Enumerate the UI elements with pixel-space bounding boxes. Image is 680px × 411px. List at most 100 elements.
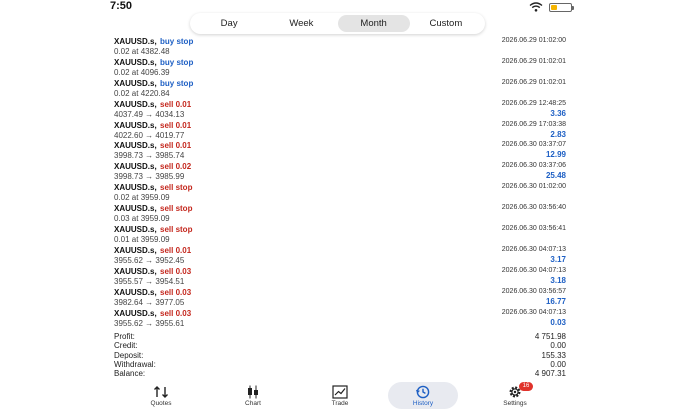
deal-time: 2026.06.29 17:03:38: [501, 120, 566, 128]
deal-row[interactable]: XAUUSD.s, sell stop 0.02 at 3959.09 2026.06…: [114, 182, 566, 203]
bottom-tab-bar: Quotes Chart Trade History Settings 16: [0, 380, 680, 411]
deal-symbol: XAUUSD.s,: [114, 225, 157, 235]
deal-type: sell stop: [160, 225, 193, 235]
deal-profit: 25.48: [545, 171, 566, 181]
deal-symbol: XAUUSD.s,: [114, 266, 157, 276]
summary-row: Withdrawal: 0.00: [114, 360, 566, 369]
trade-icon: [332, 385, 348, 399]
deal-type: sell 0.02: [160, 162, 192, 172]
deal-prices: 3998.73 → 3985.99: [114, 172, 185, 182]
deal-time: 2026.06.30 04:07:13: [501, 308, 566, 316]
summary-label: Withdrawal:: [114, 359, 156, 369]
tab-chart[interactable]: Chart: [218, 382, 288, 409]
deal-type: sell 0.01: [160, 141, 192, 151]
deal-type: buy stop: [160, 57, 194, 67]
tab-chart-label: Chart: [245, 400, 261, 407]
deal-time: 2026.06.29 01:02:00: [501, 37, 566, 44]
account-summary: Profit: 4 751.98 Credit: 0.00 Deposit: 155.33…: [114, 332, 566, 378]
deal-profit: 0.03: [550, 317, 566, 327]
deal-row[interactable]: XAUUSD.s, sell 0.02 3998.73 → 3985.99 2026.…: [114, 161, 566, 182]
deal-time: 2026.06.30 03:56:57: [501, 287, 566, 295]
summary-label: Profit:: [114, 332, 135, 341]
deal-time: 2026.06.30 03:37:06: [501, 162, 566, 170]
summary-row: Credit: 0.00: [114, 341, 566, 350]
deal-symbol: XAUUSD.s,: [114, 141, 157, 151]
quotes-icon: [154, 386, 168, 398]
deal-time: 2026.06.29 12:48:25: [501, 99, 566, 107]
period-tab-month[interactable]: Month: [337, 15, 410, 32]
deal-prices: 0.02 at 4220.84: [114, 88, 170, 98]
deal-symbol: XAUUSD.s,: [114, 162, 157, 172]
deal-symbol: XAUUSD.s,: [114, 308, 157, 318]
deal-row[interactable]: XAUUSD.s, sell stop 0.01 at 3959.09 2026.06…: [114, 224, 566, 245]
deal-row[interactable]: XAUUSD.s, sell stop 0.03 at 3959.09 2026.06…: [114, 203, 566, 224]
period-tab-custom[interactable]: Custom: [410, 15, 482, 32]
summary-label: Credit:: [114, 341, 138, 351]
deal-row[interactable]: XAUUSD.s, buy stop 0.02 at 4220.84 2026.06.…: [114, 78, 566, 99]
deal-row[interactable]: XAUUSD.s, sell 0.01 3955.62 → 3952.45 2026.…: [114, 245, 566, 266]
deal-profit: 3.36: [550, 108, 566, 118]
deal-row[interactable]: XAUUSD.s, sell 0.01 4022.60 → 4019.77 2026.…: [114, 120, 566, 141]
history-list: XAUUSD.s, buy stop 0.02 at 4382.48 2026.06.…: [114, 36, 566, 328]
deal-time: 2026.06.29 01:02:01: [501, 78, 566, 86]
deal-type: sell stop: [160, 204, 193, 214]
deal-row[interactable]: XAUUSD.s, buy stop 0.02 at 4382.48 2026.06.…: [114, 36, 566, 57]
deal-time: 2026.06.30 03:56:41: [501, 225, 566, 233]
summary-value: 4 907.31: [534, 369, 566, 379]
period-tab-week[interactable]: Week: [265, 15, 337, 32]
summary-label: Deposit:: [114, 350, 144, 360]
deal-row[interactable]: XAUUSD.s, sell 0.01 4037.49 → 4034.13 2026.…: [114, 99, 566, 120]
deal-time: 2026.06.30 01:02:00: [501, 183, 566, 191]
deal-row[interactable]: XAUUSD.s, sell 0.01 3998.73 → 3985.74 2026.…: [114, 140, 566, 161]
summary-value: 0.00: [550, 341, 566, 351]
summary-row: Profit: 4 751.98: [114, 332, 566, 341]
chart-icon: [248, 385, 258, 399]
deal-prices: 0.02 at 4096.39: [114, 67, 170, 77]
deal-type: sell 0.03: [160, 287, 192, 297]
deal-prices: 3955.57 → 3954.51: [114, 276, 185, 286]
deal-time: 2026.06.30 03:56:40: [501, 204, 566, 212]
tab-settings[interactable]: Settings 16: [480, 382, 550, 409]
battery-icon: [549, 3, 574, 12]
deal-prices: 0.02 at 4382.48: [114, 47, 170, 56]
deal-type: sell 0.01: [160, 99, 192, 109]
deal-symbol: XAUUSD.s,: [114, 287, 157, 297]
deal-prices: 4022.60 → 4019.77: [114, 130, 185, 140]
deal-prices: 0.01 at 3959.09: [114, 235, 170, 245]
history-icon: [416, 385, 430, 399]
deal-row[interactable]: XAUUSD.s, buy stop 0.02 at 4096.39 2026.06.…: [114, 57, 566, 78]
status-time: 7:50: [110, 0, 133, 12]
summary-value: 155.33: [541, 350, 566, 360]
deal-symbol: XAUUSD.s,: [114, 204, 157, 214]
deal-profit: 3.17: [550, 254, 566, 264]
deal-time: 2026.06.30 04:07:13: [501, 245, 566, 253]
deal-row[interactable]: XAUUSD.s, sell 0.03 3982.64 → 3977.05 2026.…: [114, 287, 566, 308]
tab-quotes-label: Quotes: [150, 400, 172, 407]
summary-value: 0.00: [550, 359, 566, 369]
deal-symbol: XAUUSD.s,: [114, 78, 157, 88]
wifi-icon: [529, 2, 543, 12]
notification-badge: 16: [519, 382, 533, 391]
tab-quotes[interactable]: Quotes: [126, 382, 196, 409]
deal-row[interactable]: XAUUSD.s, sell 0.03 3955.57 → 3954.51 2026.…: [114, 266, 566, 287]
tab-trade-label: Trade: [331, 400, 349, 407]
tab-trade[interactable]: Trade: [305, 382, 375, 409]
deal-prices: 0.03 at 3959.09: [114, 214, 170, 224]
deal-row[interactable]: XAUUSD.s, sell 0.03 3955.62 → 3955.61 2026.…: [114, 308, 566, 329]
deal-prices: 3998.73 → 3985.74: [114, 151, 185, 161]
deal-time: 2026.06.29 01:02:01: [501, 57, 566, 65]
deal-profit: 3.18: [550, 275, 566, 285]
deal-profit: 12.99: [545, 150, 566, 160]
summary-row: Deposit: 155.33: [114, 351, 566, 360]
deal-prices: 4037.49 → 4034.13: [114, 109, 185, 119]
deal-prices: 3955.62 → 3952.45: [114, 255, 185, 265]
tab-history[interactable]: History: [388, 382, 458, 409]
deal-symbol: XAUUSD.s,: [114, 183, 157, 193]
summary-label: Balance:: [114, 369, 146, 379]
period-tab-day[interactable]: Day: [193, 15, 265, 32]
deal-type: sell stop: [160, 183, 193, 193]
deal-symbol: XAUUSD.s,: [114, 37, 157, 46]
deal-time: 2026.06.30 03:37:07: [501, 141, 566, 149]
deal-type: sell 0.03: [160, 266, 192, 276]
deal-prices: 3955.62 → 3955.61: [114, 318, 185, 328]
